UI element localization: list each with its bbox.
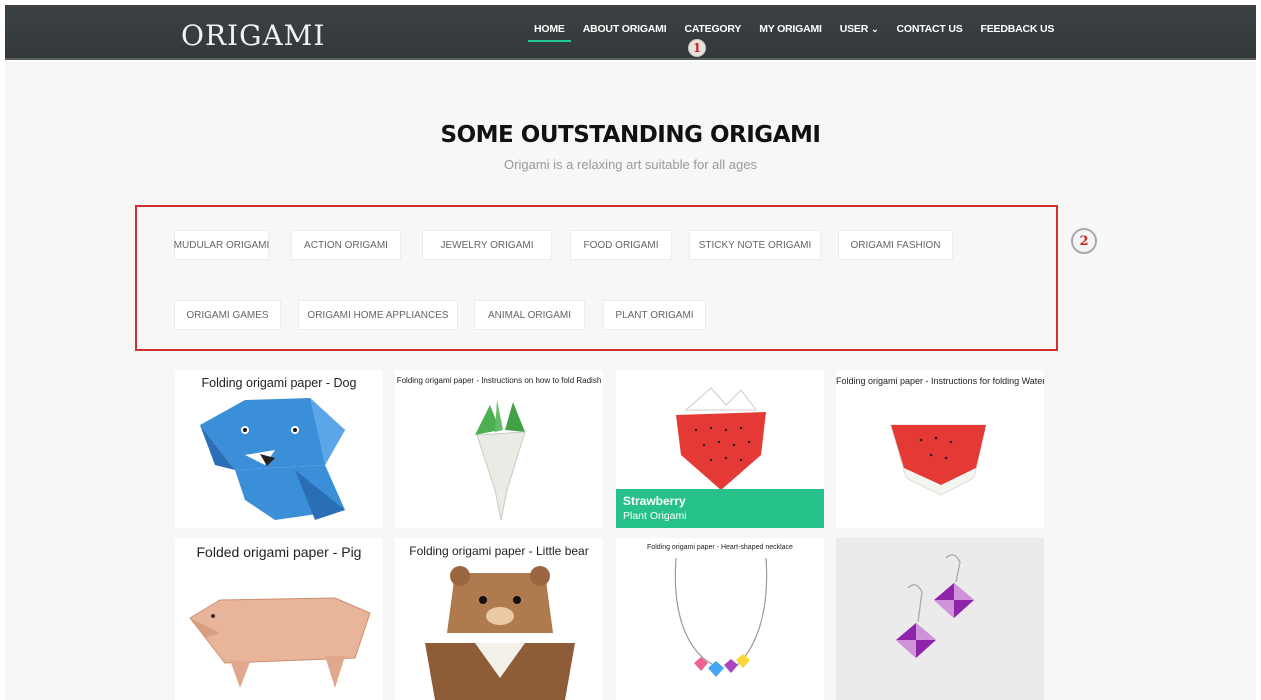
nav-my-origami-label: MY ORIGAMI (759, 23, 822, 35)
nav-feedback-us[interactable]: FEEDBACK US (972, 23, 1064, 47)
pig-origami-image (189, 597, 371, 688)
card-caption: Folding origami paper - Instructions for… (836, 376, 1044, 386)
annotation-marker-1: 1 (688, 39, 706, 57)
dog-origami-image (200, 398, 345, 520)
card-caption: Folded origami paper - Pig (196, 544, 362, 560)
navbar: ORIGAMI HOME ABOUT ORIGAMI CATEGORY MY O… (5, 5, 1256, 60)
earrings-origami-image (896, 554, 974, 658)
nav-user-label: USER (839, 23, 869, 35)
annotation-marker-2: 2 (1071, 228, 1097, 254)
category-chip-mudular[interactable]: MUDULAR ORIGAMI (174, 230, 269, 260)
card-caption: Folding origami paper - Instructions on … (396, 376, 602, 385)
origami-card-radish[interactable]: Folding origami paper - Instructions on … (395, 370, 603, 528)
category-chip-fashion[interactable]: ORIGAMI FASHION (838, 230, 953, 260)
origami-card-pig[interactable]: Folded origami paper - Pig (175, 538, 383, 700)
category-chip-jewelry[interactable]: JEWELRY ORIGAMI (422, 230, 552, 260)
category-chip-sticky-note[interactable]: STICKY NOTE ORIGAMI (689, 230, 821, 260)
category-chip-action[interactable]: ACTION ORIGAMI (291, 230, 401, 260)
nav-feedback-label: FEEDBACK US (980, 23, 1055, 35)
category-chip-food[interactable]: FOOD ORIGAMI (570, 230, 672, 260)
section-title: SOME OUTSTANDING ORIGAMI (440, 122, 821, 148)
card-overlay-badge: Strawberry Plant Origami (616, 489, 824, 528)
nav-contact-us[interactable]: CONTACT US (887, 23, 971, 47)
nav-about-origami[interactable]: ABOUT ORIGAMI (574, 23, 676, 47)
overlay-subtitle: Plant Origami (623, 510, 687, 522)
card-caption: Folding origami paper - Heart-shaped nec… (647, 544, 793, 551)
main-content: SOME OUTSTANDING ORIGAMI Origami is a re… (5, 62, 1256, 700)
origami-card-watermelon[interactable]: Folding origami paper - Instructions for… (836, 370, 1044, 528)
category-chip-animal[interactable]: ANIMAL ORIGAMI (474, 300, 585, 330)
section-subtitle: Origami is a relaxing art suitable for a… (504, 157, 757, 172)
category-filter-box: MUDULAR ORIGAMI ACTION ORIGAMI JEWELRY O… (135, 205, 1058, 351)
nav-home[interactable]: HOME (525, 23, 574, 47)
nav-user-dropdown[interactable]: USER ⌄ (831, 23, 888, 47)
origami-card-little-bear[interactable]: Folding origami paper - Little bear (395, 538, 603, 700)
card-caption: Folding origami paper - Dog (201, 376, 357, 390)
main-nav: HOME ABOUT ORIGAMI CATEGORY MY ORIGAMI U… (525, 23, 1063, 47)
category-chip-home-appliances[interactable]: ORIGAMI HOME APPLIANCES (298, 300, 458, 330)
radish-origami-image (475, 400, 526, 521)
category-chip-plant[interactable]: PLANT ORIGAMI (603, 300, 706, 330)
nav-contact-label: CONTACT US (896, 23, 963, 35)
chevron-down-icon: ⌄ (871, 24, 879, 34)
nav-home-label: HOME (534, 23, 565, 35)
nav-my-origami[interactable]: MY ORIGAMI (750, 23, 831, 47)
watermelon-origami-image (890, 424, 987, 496)
origami-card-strawberry[interactable]: Strawberry Plant Origami (616, 370, 824, 528)
nav-category[interactable]: CATEGORY (675, 23, 750, 47)
origami-card-earrings[interactable] (836, 538, 1044, 700)
category-chip-games[interactable]: ORIGAMI GAMES (174, 300, 281, 330)
necklace-origami-image (674, 557, 768, 677)
brand-logo[interactable]: ORIGAMI (181, 19, 325, 52)
origami-card-necklace[interactable]: Folding origami paper - Heart-shaped nec… (616, 538, 824, 700)
origami-card-dog[interactable]: Folding origami paper - Dog (175, 370, 383, 528)
bear-origami-image (425, 566, 575, 700)
overlay-title: Strawberry (623, 494, 686, 508)
card-caption: Folding origami paper - Little bear (409, 544, 589, 558)
nav-about-label: ABOUT ORIGAMI (582, 23, 667, 35)
nav-category-label: CATEGORY (684, 23, 742, 35)
